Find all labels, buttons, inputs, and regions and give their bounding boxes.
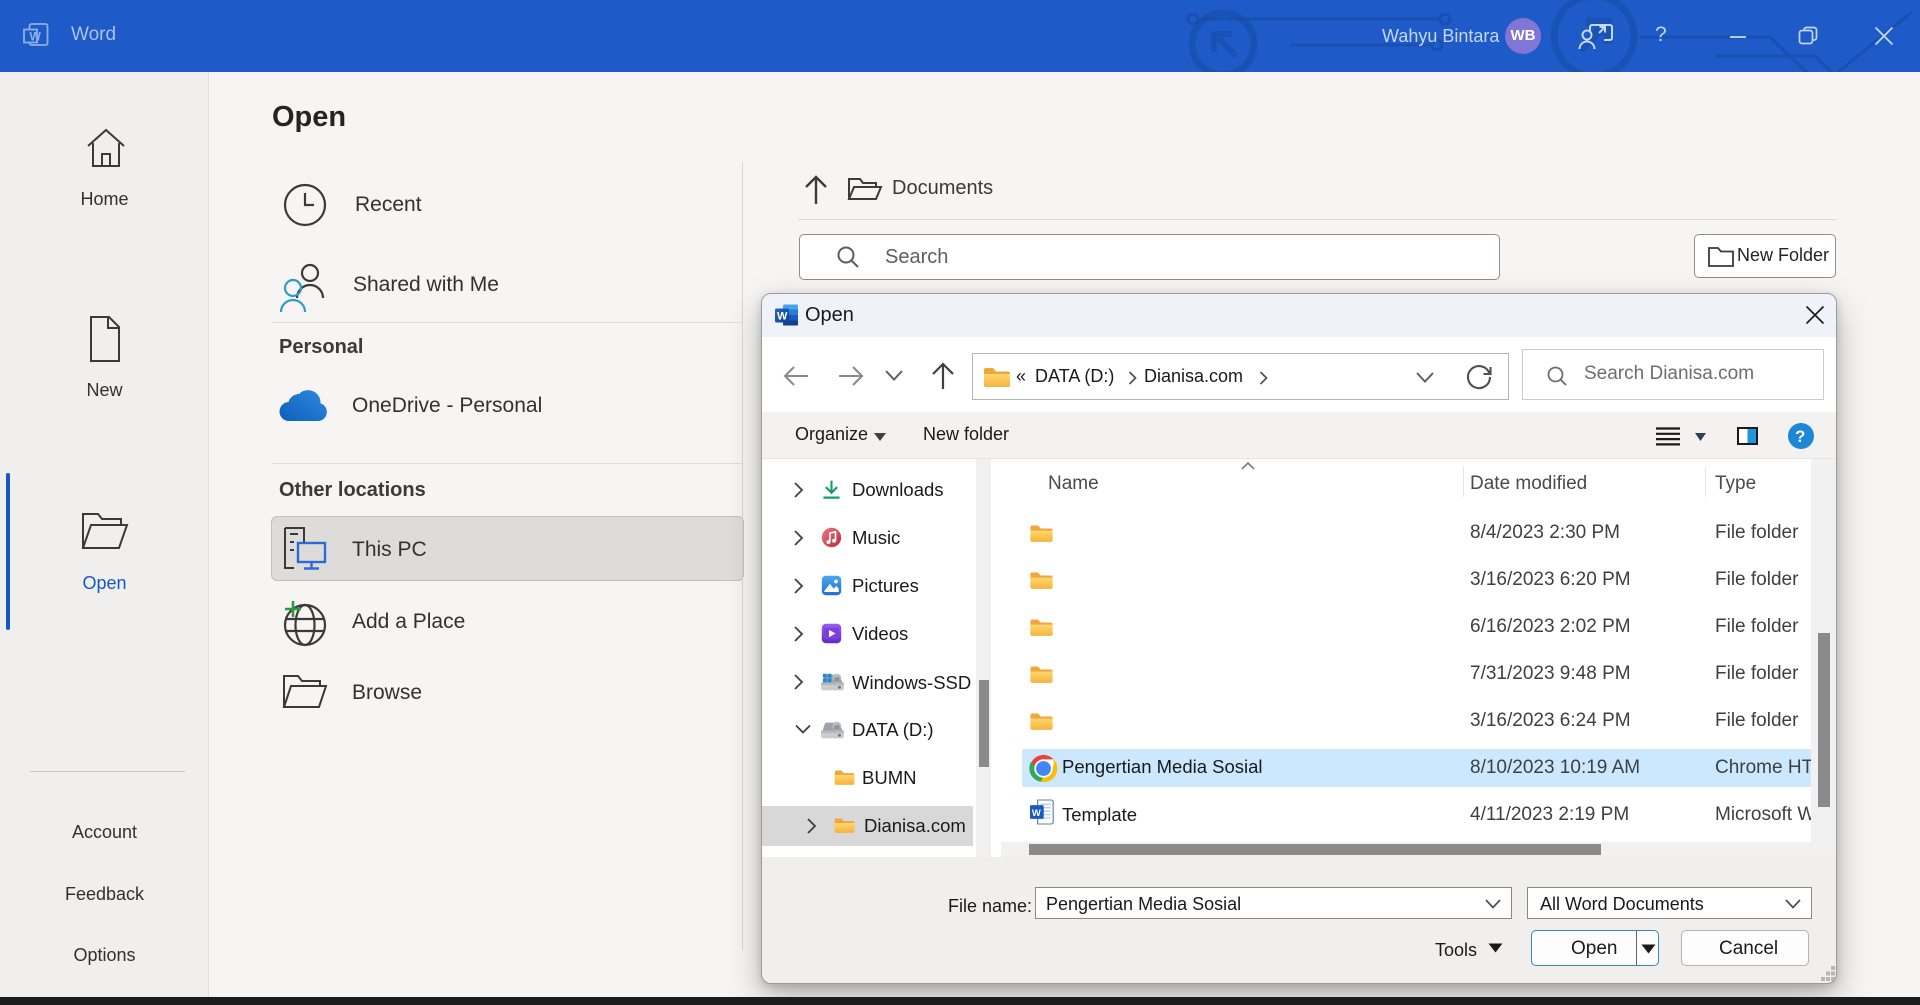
svg-text:?: ? bbox=[1795, 427, 1805, 446]
svg-text:W: W bbox=[1032, 807, 1041, 818]
svg-text:W: W bbox=[777, 311, 788, 323]
svg-text:W: W bbox=[30, 30, 42, 44]
